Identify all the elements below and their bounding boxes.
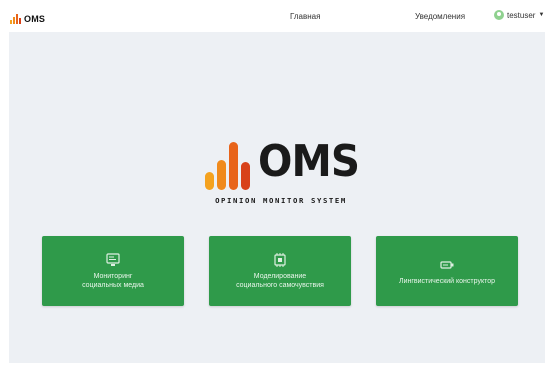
top-navbar: OMS Главная Уведомления testuser ▼ [0,0,555,32]
user-avatar-icon [494,10,504,20]
nav-home-link[interactable]: Главная [290,12,320,22]
hero-tagline: OPINION MONITOR SYSTEM [215,196,347,205]
card-social-media-monitoring[interactable]: Мониторинг социальных медиа [42,236,184,306]
user-menu[interactable]: testuser ▼ [494,10,544,20]
logo-bar [10,20,12,24]
card-social-wellbeing-modeling[interactable]: Моделирование социального самочувствия [209,236,351,306]
logo-bars-icon [205,142,250,190]
logo-bar [19,18,21,24]
card-label: Моделирование социального самочувствия [236,273,324,289]
chevron-down-icon: ▼ [538,12,545,18]
navbar-logo[interactable]: OMS [10,10,45,24]
logo-bar [13,17,15,24]
logo-bar [16,14,18,24]
hero-logo-text: OMS [258,136,360,187]
nav-notifications-link[interactable]: Уведомления [415,12,465,22]
card-label: Мониторинг социальных медиа [82,273,144,289]
toggle-icon [440,260,454,269]
monitor-icon [106,253,120,266]
card-label: Лингвистический конструктор [398,277,495,285]
chip-icon [274,253,286,267]
hero-logo: OMS OPINION MONITOR SYSTEM [196,136,366,210]
card-linguistic-constructor[interactable]: Лингвистический конструктор [376,236,518,306]
navbar-logo-text: OMS [24,14,46,24]
username-label: testuser [507,10,536,20]
